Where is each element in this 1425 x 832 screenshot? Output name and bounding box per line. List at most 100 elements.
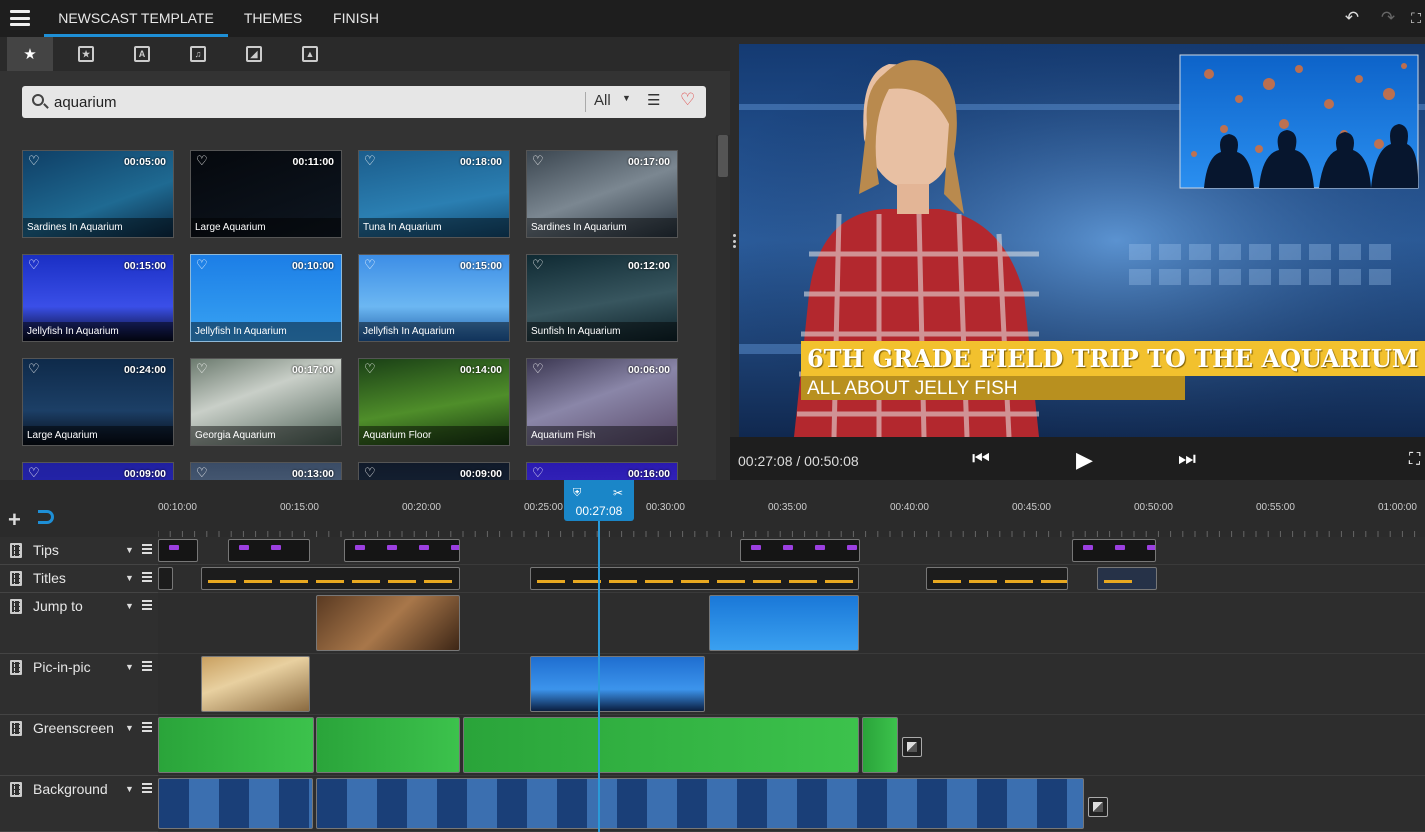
- heart-icon[interactable]: ♡: [28, 153, 40, 169]
- media-thumbnail[interactable]: ♡ 00:17:00 Georgia Aquarium: [190, 358, 342, 446]
- title-marker: [424, 580, 452, 583]
- timeline-clip[interactable]: [316, 717, 460, 773]
- timeline-clip[interactable]: [158, 717, 314, 773]
- ruler-tick-label: 00:30:00: [646, 502, 685, 513]
- track-lane[interactable]: [158, 776, 1425, 832]
- timeline-clip[interactable]: [530, 656, 705, 712]
- skip-forward-icon[interactable]: ⏭: [1178, 448, 1196, 471]
- timeline-clip[interactable]: [463, 717, 859, 773]
- heart-icon[interactable]: ♡: [196, 361, 208, 377]
- timeline-clip[interactable]: [530, 567, 859, 590]
- timeline-clip[interactable]: [740, 539, 860, 562]
- heart-icon[interactable]: ♡: [364, 465, 376, 480]
- redo-icon[interactable]: ↷: [1378, 8, 1398, 28]
- skip-back-icon[interactable]: ⏮: [972, 448, 990, 471]
- clip-duration: 00:09:00: [123, 468, 166, 480]
- timeline-clip[interactable]: [158, 567, 173, 590]
- scissors-icon[interactable]: ✂: [613, 486, 623, 500]
- timeline-clip[interactable]: [862, 717, 898, 773]
- heart-icon[interactable]: ♡: [532, 361, 544, 377]
- media-thumbnail[interactable]: ♡ 00:24:00 Large Aquarium: [22, 358, 174, 446]
- heart-icon[interactable]: ♡: [532, 257, 544, 273]
- sliders-icon[interactable]: ☰: [647, 91, 660, 109]
- track-lane[interactable]: [158, 565, 1425, 593]
- heart-icon[interactable]: ♡: [28, 257, 40, 273]
- timeline-clip[interactable]: [344, 539, 460, 562]
- time-ruler[interactable]: 00:10:00 00:15:00 00:20:00 00:25:00 00:30:00…: [158, 480, 1425, 537]
- add-track-icon[interactable]: +: [8, 507, 21, 533]
- scrollbar[interactable]: [716, 135, 730, 480]
- fullscreen-icon[interactable]: ⛶: [1406, 8, 1425, 28]
- timeline-clip[interactable]: [316, 595, 460, 651]
- media-thumbnail[interactable]: ♡ 00:15:00 Jellyfish In Aquarium: [358, 254, 510, 342]
- timeline-clip[interactable]: [1072, 539, 1156, 562]
- heart-icon[interactable]: ♡: [364, 257, 376, 273]
- timeline-clip[interactable]: [201, 656, 310, 712]
- media-thumbnail[interactable]: ♡ 00:18:00 Tuna In Aquarium: [358, 150, 510, 238]
- media-thumbnail[interactable]: ♡ 00:09:00: [22, 462, 174, 480]
- timeline-clip[interactable]: [926, 567, 1068, 590]
- overlay-toggle-icon[interactable]: [902, 737, 922, 757]
- media-thumbnail[interactable]: ♡ 00:13:00: [190, 462, 342, 480]
- transition-icon[interactable]: ◢: [231, 37, 277, 71]
- track-lane[interactable]: [158, 715, 1425, 776]
- timeline-clip[interactable]: [158, 778, 313, 829]
- timeline-clip[interactable]: [709, 595, 859, 651]
- heart-icon[interactable]: ♡: [28, 465, 40, 480]
- favorites-star-icon[interactable]: ★: [7, 37, 53, 71]
- panel-resize-handle[interactable]: [733, 234, 737, 248]
- heart-icon[interactable]: ♡: [28, 361, 40, 377]
- media-thumbnail[interactable]: ♡ 00:16:00: [526, 462, 678, 480]
- overlay-toggle-icon[interactable]: [1088, 797, 1108, 817]
- title-marker: [825, 580, 853, 583]
- timeline-clip[interactable]: [201, 567, 460, 590]
- chevron-down-icon[interactable]: ▼: [622, 93, 631, 103]
- undo-icon[interactable]: ↶: [1342, 8, 1362, 28]
- timeline-clip[interactable]: [228, 539, 310, 562]
- filter-select[interactable]: All: [594, 92, 611, 109]
- heart-icon[interactable]: ♡: [532, 465, 544, 480]
- headline-text: 6TH GRADE FIELD TRIP TO THE AQUARIUM: [807, 344, 1419, 373]
- track-lane[interactable]: [158, 654, 1425, 715]
- tip-marker: [1147, 545, 1155, 550]
- timeline-clip[interactable]: [1097, 567, 1157, 590]
- heart-icon[interactable]: ♡: [196, 465, 208, 480]
- media-thumbnail[interactable]: ♡ 00:11:00 Large Aquarium: [190, 150, 342, 238]
- images-icon[interactable]: ▲: [287, 37, 333, 71]
- scrollbar-thumb[interactable]: [718, 135, 728, 177]
- magnet-icon[interactable]: [38, 510, 54, 524]
- media-thumbnail[interactable]: ♡ 00:05:00 Sardines In Aquarium: [22, 150, 174, 238]
- media-thumbnail[interactable]: ♡ 00:15:00 Jellyfish In Aquarium: [22, 254, 174, 342]
- heart-icon[interactable]: ♡: [680, 90, 695, 110]
- music-icon[interactable]: ♫: [175, 37, 221, 71]
- timeline-clip[interactable]: [158, 539, 198, 562]
- track-lane[interactable]: [158, 537, 1425, 565]
- media-thumbnail[interactable]: ♡ 00:09:00: [358, 462, 510, 480]
- fullscreen-preview-icon[interactable]: ⛶: [1409, 451, 1420, 469]
- timeline-clip[interactable]: [316, 778, 1084, 829]
- heart-icon[interactable]: ♡: [196, 153, 208, 169]
- media-thumbnail[interactable]: ♡ 00:14:00 Aquarium Floor: [358, 358, 510, 446]
- playhead-line[interactable]: [598, 480, 600, 832]
- track-lane[interactable]: [158, 593, 1425, 654]
- tab-finish[interactable]: FINISH: [324, 0, 388, 37]
- menu-icon[interactable]: [10, 10, 30, 26]
- media-thumbnail[interactable]: ♡ 00:17:00 Sardines In Aquarium: [526, 150, 678, 238]
- media-thumbnail[interactable]: ♡ 00:06:00 Aquarium Fish: [526, 358, 678, 446]
- media-thumbnail[interactable]: ♡ 00:12:00 Sunfish In Aquarium: [526, 254, 678, 342]
- play-icon[interactable]: ▶: [1076, 447, 1093, 473]
- text-icon[interactable]: A: [119, 37, 165, 71]
- clip-duration: 00:24:00: [123, 364, 166, 376]
- clip-duration: 00:13:00: [291, 468, 334, 480]
- tab-themes[interactable]: THEMES: [236, 0, 310, 37]
- folder-star-icon[interactable]: ★: [63, 37, 109, 71]
- playhead-marker[interactable]: ⛨ ✂ 00:27:08: [564, 480, 634, 521]
- search-input[interactable]: [54, 90, 574, 114]
- media-thumbnail[interactable]: ♡ 00:10:00 Jellyfish In Aquarium: [190, 254, 342, 342]
- heart-icon[interactable]: ♡: [364, 361, 376, 377]
- heart-icon[interactable]: ♡: [196, 257, 208, 273]
- heart-icon[interactable]: ♡: [364, 153, 376, 169]
- marker-icon[interactable]: ⛨: [573, 487, 581, 500]
- heart-icon[interactable]: ♡: [532, 153, 544, 169]
- tab-newscast-template[interactable]: NEWSCAST TEMPLATE: [44, 0, 228, 37]
